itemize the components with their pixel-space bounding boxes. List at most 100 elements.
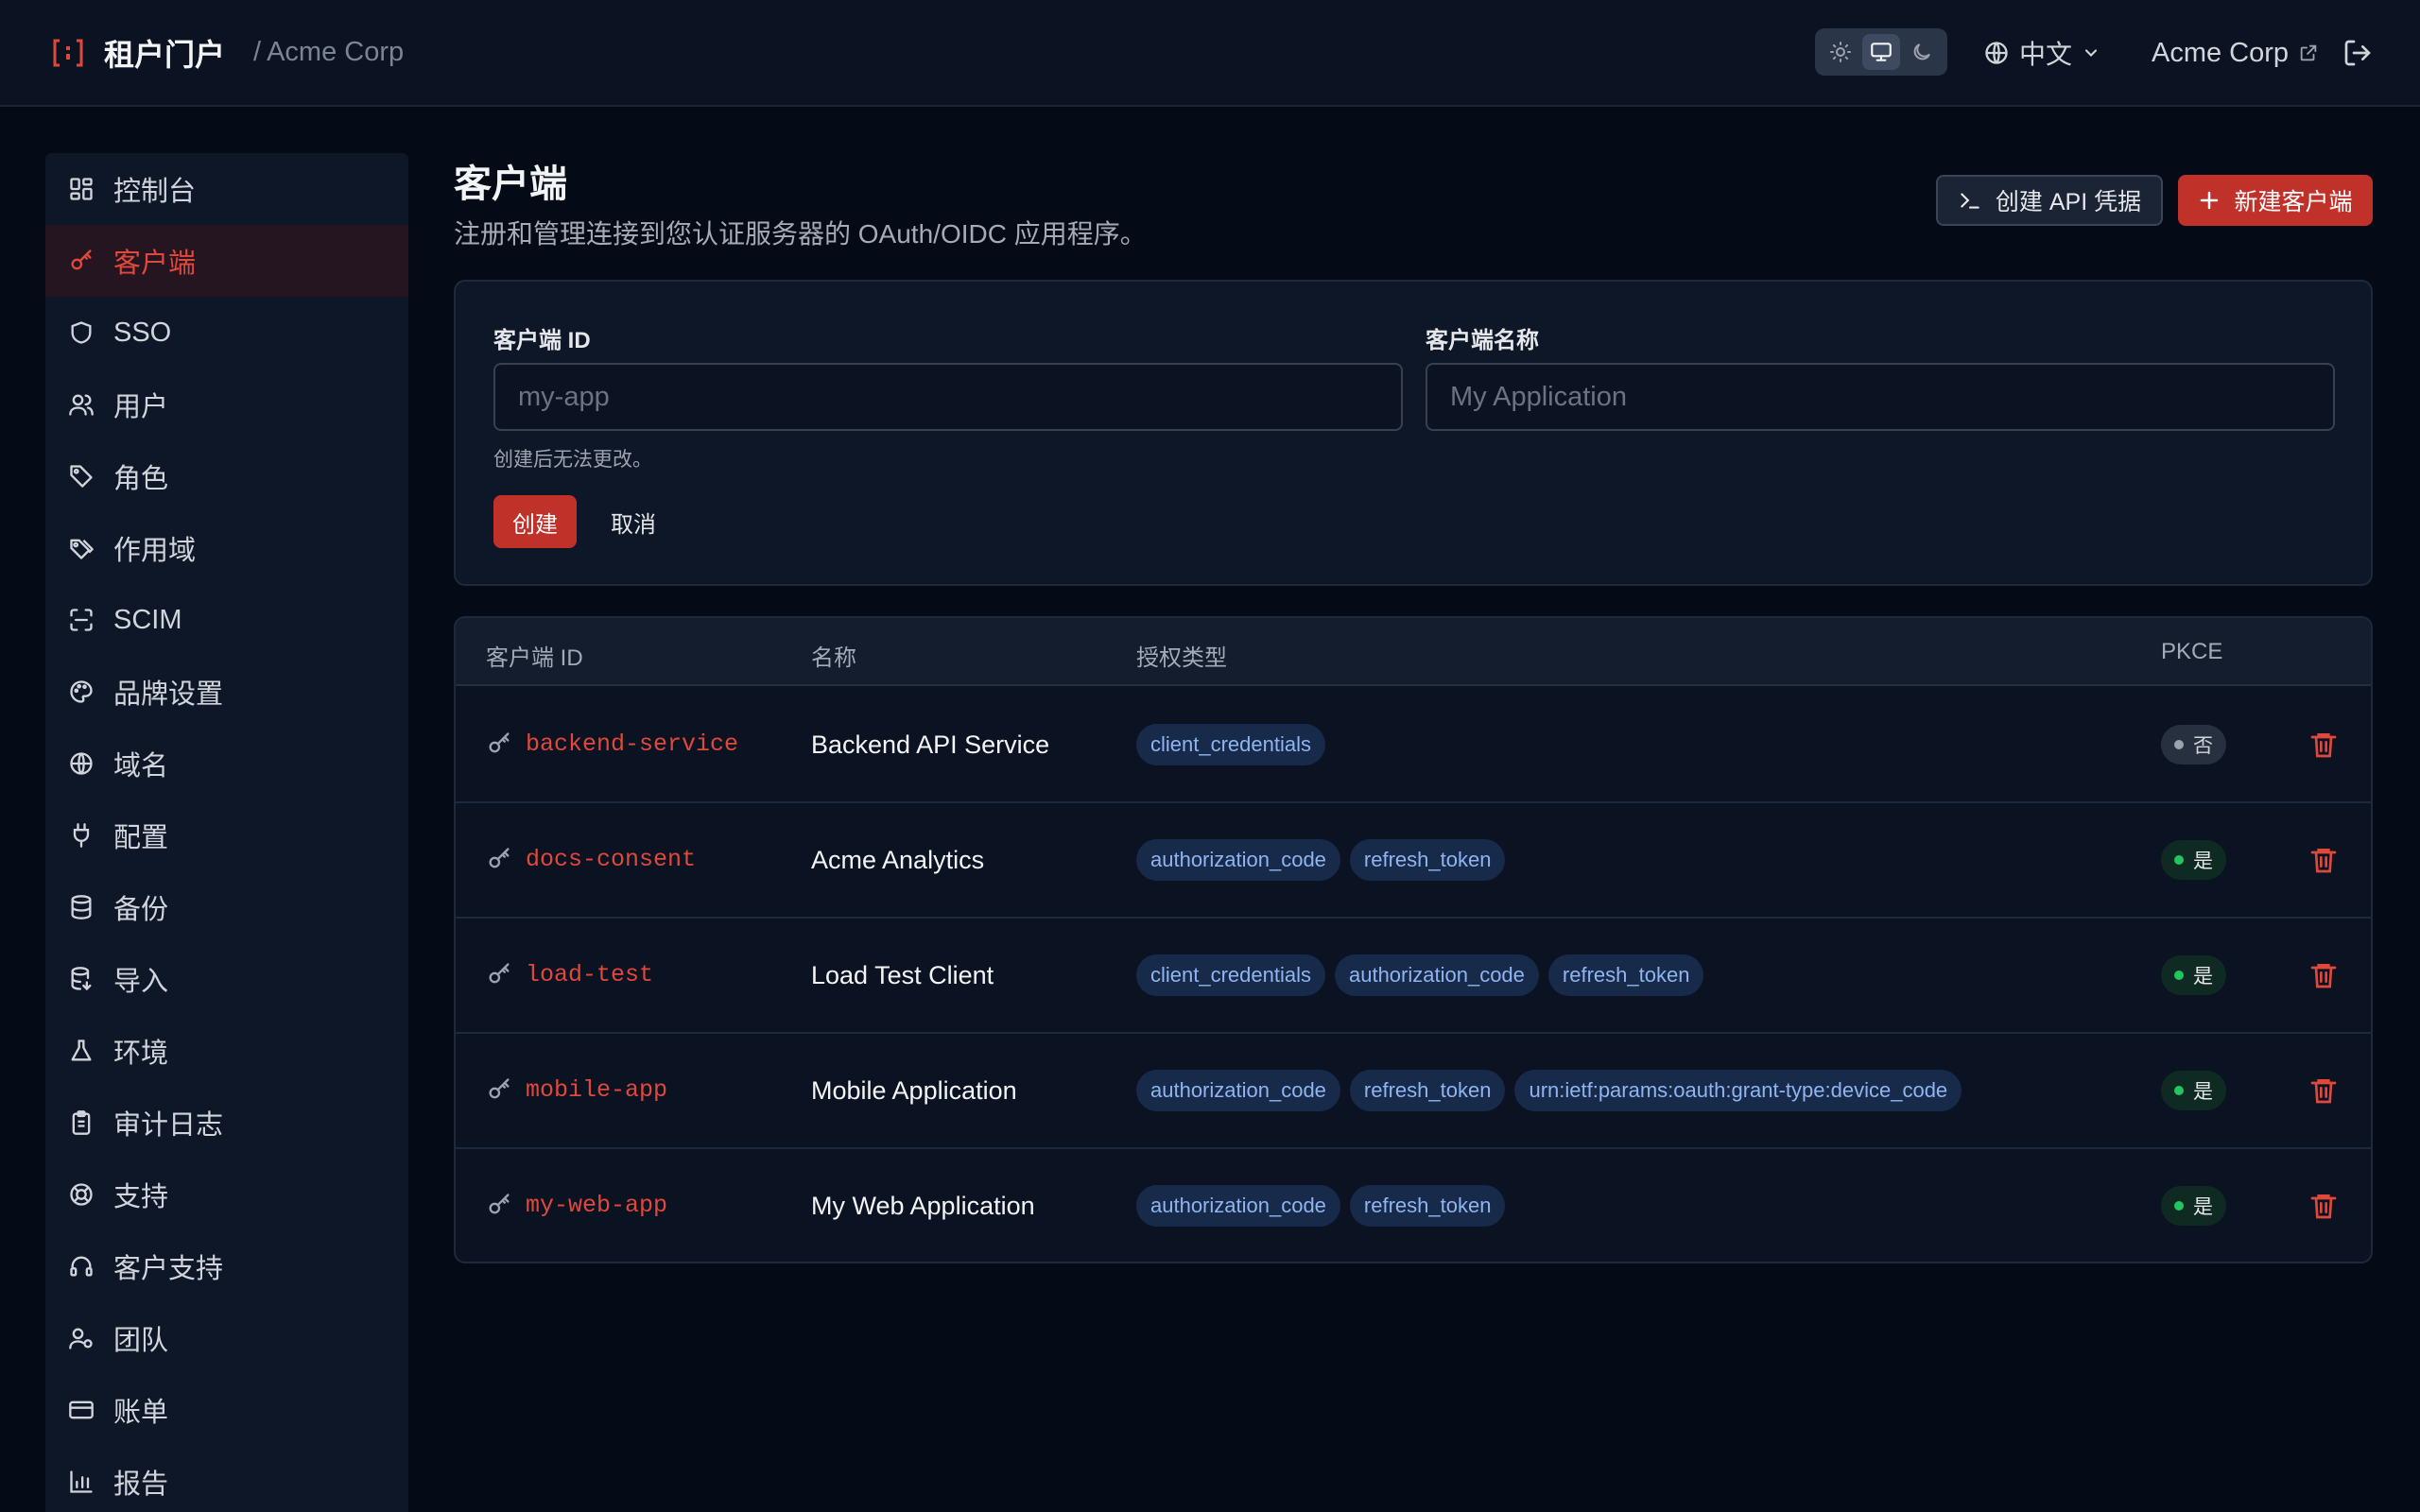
page-subtitle: 注册和管理连接到您认证服务器的 OAuth/OIDC 应用程序。 [454,219,1147,249]
sidebar-item-label: 账单 [113,1398,169,1428]
sidebar-item-branding[interactable]: 品牌设置 [45,656,408,728]
sidebar-item-label: 用户 [113,392,169,422]
scan-icon [66,605,96,635]
bar-chart-icon [66,1467,96,1497]
delete-client-button[interactable] [2308,1191,2339,1221]
delete-client-button[interactable] [2308,1075,2339,1106]
pkce-badge: 否 [2161,725,2226,765]
credit-card-icon [66,1395,96,1425]
chevron-down-icon [2084,49,2098,57]
clipboard-icon [66,1108,96,1138]
trash-icon [2310,849,2337,873]
database-icon [66,892,96,922]
brand[interactable]: 租户门户 / Acme Corp [51,31,404,75]
sidebar-item-label: 团队 [113,1326,169,1356]
sun-icon [1830,42,1852,62]
client-name: Backend API Service [811,730,1050,759]
key-icon [489,848,510,868]
pkce-badge-label: 是 [2193,850,2213,872]
create-button[interactable]: 创建 [493,495,577,548]
sidebar-item-label: 审计日志 [113,1110,224,1141]
grant-type-chip: client_credentials [1136,724,1325,765]
create-api-credentials-button[interactable]: 创建 API 凭据 [1936,175,2163,226]
sidebar-item-environment[interactable]: 环境 [45,1015,408,1087]
sidebar-item-import[interactable]: 导入 [45,943,408,1015]
sidebar-item-billing[interactable]: 账单 [45,1374,408,1446]
trash-icon [2310,733,2337,758]
page-title: 客户端 [454,163,567,205]
client-name: Mobile Application [811,1075,1017,1105]
create-api-credentials-label: 创建 API 凭据 [1995,189,2142,215]
sidebar-item-sso[interactable]: SSO [45,297,408,369]
table-row[interactable]: backend-service Backend API Service clie… [456,688,2371,803]
globe-icon [66,748,96,779]
delete-client-button[interactable] [2308,845,2339,875]
table-row[interactable]: load-test Load Test Client client_creden… [456,919,2371,1034]
language-label: 中文 [2019,40,2073,69]
client-name: Load Test Client [811,960,994,989]
client-id-label: 客户端 ID [493,328,591,353]
sidebar-item-label: 品牌设置 [113,679,224,710]
org-link[interactable]: Acme Corp [2152,32,2319,74]
delete-client-button[interactable] [2308,960,2339,990]
pkce-badge-label: 是 [2193,1081,2213,1103]
theme-switcher [1815,28,1947,76]
column-header-grant-types: 授权类型 [1136,645,1227,671]
theme-light-button[interactable] [1822,34,1859,70]
client-id-input[interactable] [493,363,1403,431]
flask-icon [66,1036,96,1066]
client-id: backend-service [526,730,739,758]
client-id: my-web-app [526,1191,668,1219]
sidebar-item-config[interactable]: 配置 [45,799,408,871]
client-id-cell: load-test [486,919,653,1030]
trash-icon [2310,1194,2337,1219]
sidebar-item-audit-log[interactable]: 审计日志 [45,1087,408,1159]
top-header: 租户门户 / Acme Corp 中文 Acme Corp [0,0,2420,107]
key-icon [489,1078,510,1099]
sidebar-item-users[interactable]: 用户 [45,369,408,440]
cancel-button[interactable]: 取消 [596,495,671,548]
monitor-icon [1871,43,1892,61]
pkce-badge: 是 [2161,1186,2226,1226]
sidebar-item-support[interactable]: 支持 [45,1159,408,1230]
theme-dark-button[interactable] [1903,34,1941,70]
sidebar-item-label: 配置 [113,823,169,853]
sidebar-item-label: 报告 [113,1469,169,1500]
table-row[interactable]: docs-consent Acme Analytics authorizatio… [456,803,2371,919]
headset-icon [66,1251,96,1281]
grant-types-cell: client_credentials [1136,688,1325,801]
sidebar-item-clients[interactable]: 客户端 [45,225,408,297]
sidebar-item-label: 客户支持 [113,1254,224,1284]
grant-type-chip: authorization_code [1334,954,1539,996]
sidebar-item-scopes[interactable]: 作用域 [45,512,408,584]
pkce-status-dot [2174,1086,2184,1095]
sidebar-item-team[interactable]: 团队 [45,1302,408,1374]
sidebar-item-label: 域名 [113,751,169,782]
sidebar-item-dashboard[interactable]: 控制台 [45,153,408,225]
logout-icon [2344,40,2371,66]
table-row[interactable]: mobile-app Mobile Application authorizat… [456,1034,2371,1149]
table-row[interactable]: my-web-app My Web Application authorizat… [456,1149,2371,1262]
logout-button[interactable] [2342,38,2373,68]
palette-icon [66,677,96,707]
sidebar-item-roles[interactable]: 角色 [45,440,408,512]
sidebar-item-backup[interactable]: 备份 [45,871,408,943]
sidebar-item-customer-support[interactable]: 客户支持 [45,1230,408,1302]
theme-system-button[interactable] [1861,34,1900,70]
grant-types-cell: authorization_code refresh_token urn:iet… [1136,1034,1962,1147]
trash-icon [2310,964,2337,988]
sidebar-item-label: 支持 [113,1182,169,1212]
grant-type-chip: refresh_token [1349,839,1506,881]
grant-types-cell: authorization_code refresh_token [1136,803,1506,917]
sidebar-item-domains[interactable]: 域名 [45,728,408,799]
tags-icon [66,533,96,563]
plus-icon [2201,191,2219,210]
new-client-button[interactable]: 新建客户端 [2178,175,2373,226]
client-name-input[interactable] [1426,363,2335,431]
language-selector[interactable]: 中文 [1983,32,2100,74]
delete-client-button[interactable] [2308,730,2339,760]
sidebar-item-reports[interactable]: 报告 [45,1446,408,1512]
sidebar-item-scim[interactable]: SCIM [45,584,408,656]
grant-type-chip: client_credentials [1136,954,1325,996]
grant-types-cell: authorization_code refresh_token [1136,1149,1506,1262]
